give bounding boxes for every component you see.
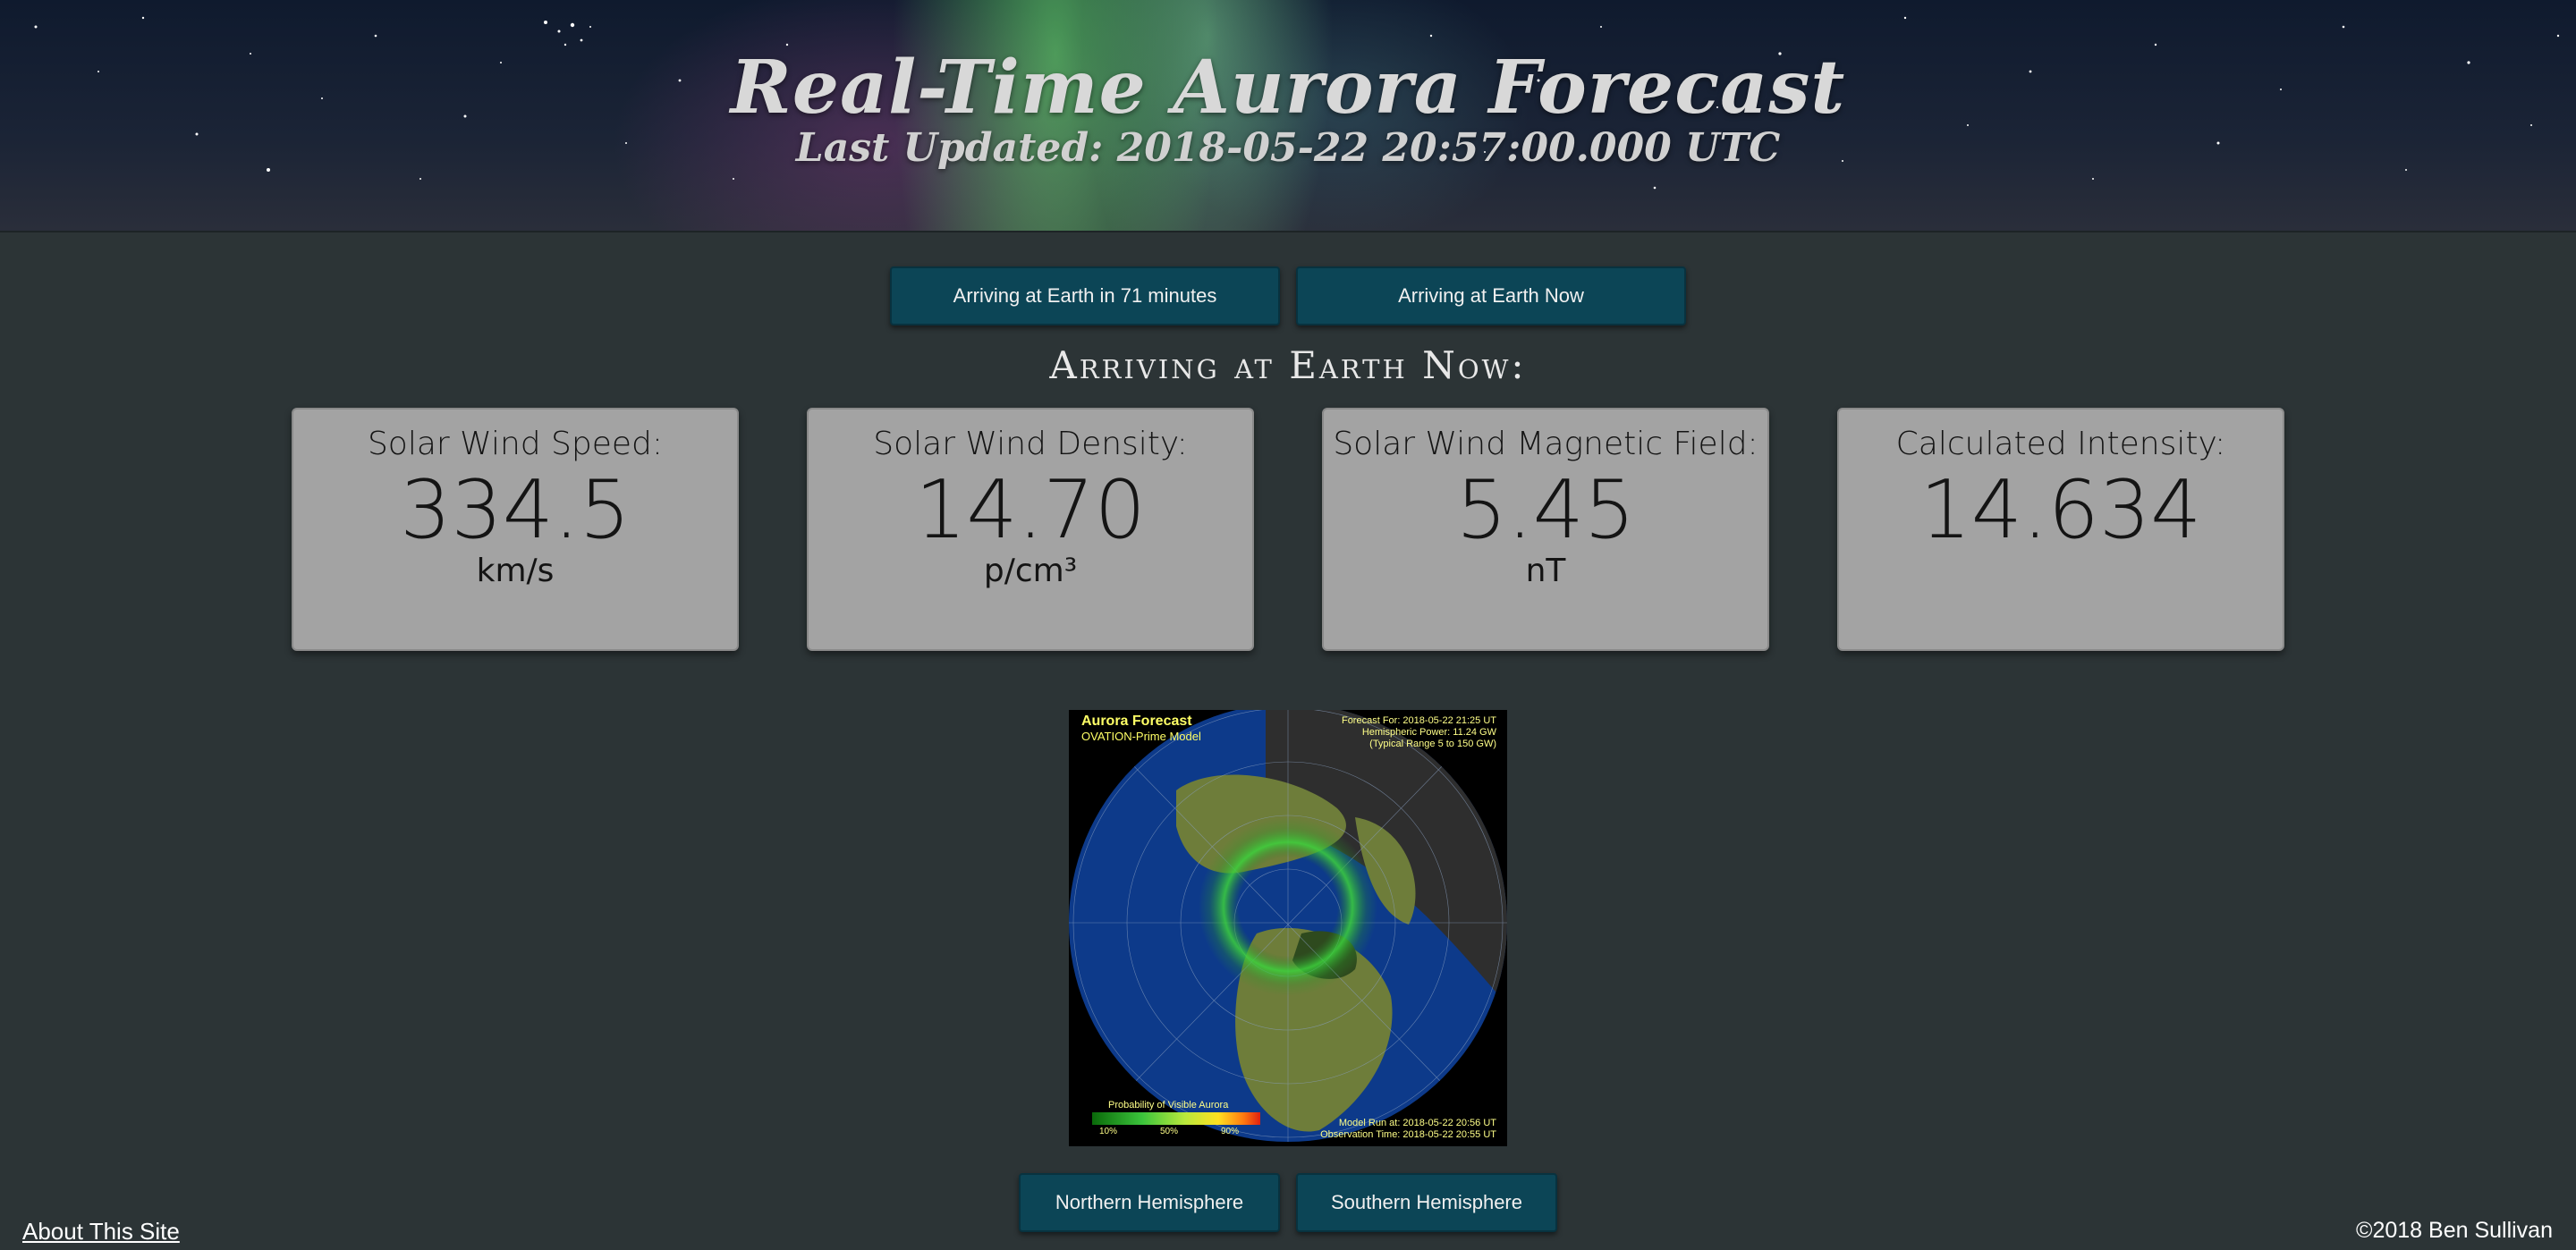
probability-color-scale (1092, 1112, 1260, 1125)
section-heading: Arriving at Earth Now: (1049, 343, 1527, 387)
card-label: Calculated Intensity: (1895, 426, 2226, 462)
header-banner: Real-Time Aurora Forecast Last Updated: … (0, 0, 2576, 232)
last-updated-timestamp: Last Updated: 2018-05-22 20:57:00.000 UT… (795, 125, 1781, 171)
card-label: Solar Wind Magnetic Field: (1333, 426, 1758, 462)
card-label: Solar Wind Density: (873, 426, 1188, 462)
about-site-link[interactable]: About This Site (22, 1218, 180, 1246)
arriving-in-minutes-button[interactable]: Arriving at Earth in 71 minutes (890, 266, 1280, 325)
card-value: 14.634 (1919, 463, 2202, 557)
northern-hemisphere-button[interactable]: Northern Hemisphere (1019, 1173, 1280, 1232)
map-forecast-for: Forecast For: 2018-05-22 21:25 UT (1341, 715, 1496, 726)
map-title: Aurora Forecast (1081, 714, 1192, 729)
scale-tick: 50% (1160, 1127, 1179, 1136)
map-model-run: Model Run at: 2018-05-22 20:56 UT (1338, 1118, 1496, 1128)
card-unit: km/s (476, 553, 555, 589)
map-observation-time: Observation Time: 2018-05-22 20:55 UT (1320, 1129, 1496, 1140)
scale-tick: 10% (1099, 1127, 1118, 1136)
aurora-forecast-map: Aurora Forecast OVATION-Prime Model Fore… (1069, 710, 1507, 1146)
scale-tick: 90% (1221, 1127, 1240, 1136)
card-value: 5.45 (1455, 463, 1636, 557)
card-unit: p/cm³ (983, 553, 1078, 589)
calculated-intensity-card: Calculated Intensity: 14.634 (1837, 408, 2284, 651)
solar-wind-density-card: Solar Wind Density: 14.70 p/cm³ (807, 408, 1254, 651)
map-typical-range: (Typical Range 5 to 150 GW) (1369, 739, 1496, 749)
card-value: 14.70 (915, 463, 1146, 557)
card-unit: nT (1525, 553, 1566, 589)
southern-hemisphere-button[interactable]: Southern Hemisphere (1296, 1173, 1557, 1232)
arriving-now-button[interactable]: Arriving at Earth Now (1296, 266, 1686, 325)
magnetic-field-card: Solar Wind Magnetic Field: 5.45 nT (1322, 408, 1769, 651)
card-label: Solar Wind Speed: (367, 426, 664, 462)
page-title: Real-Time Aurora Forecast (730, 45, 1846, 131)
card-value: 334.5 (400, 463, 631, 557)
copyright-notice: ©2018 Ben Sullivan (2356, 1218, 2553, 1243)
solar-wind-speed-card: Solar Wind Speed: 334.5 km/s (292, 408, 739, 651)
map-model: OVATION-Prime Model (1081, 730, 1201, 743)
map-hemispheric-power: Hemispheric Power: 11.24 GW (1361, 727, 1496, 738)
map-probability-label: Probability of Visible Aurora (1108, 1100, 1229, 1111)
globe-graphic (1069, 710, 1507, 1142)
